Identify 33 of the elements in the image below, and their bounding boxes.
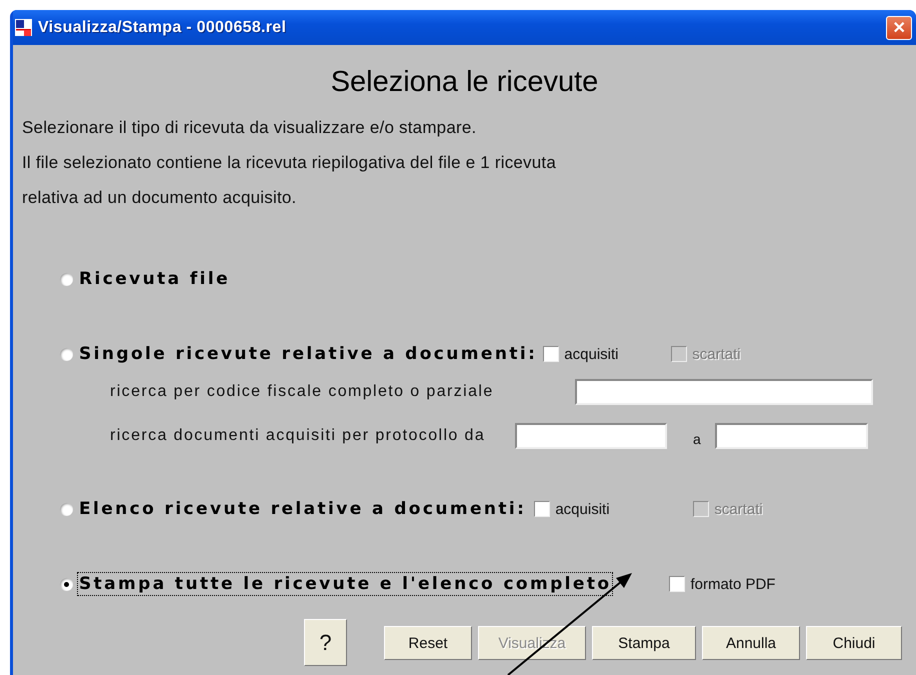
dialog-button[interactable]: Annulla [702, 626, 800, 660]
option-label: Stampa tutte le ricevute e l'elenco completo [77, 572, 614, 596]
dialog-button[interactable]: Reset [384, 626, 472, 660]
radio-button[interactable] [60, 272, 73, 286]
field-label: ricerca documenti acquisiti per protocollo da [110, 427, 486, 445]
instruction-text: Il file selezionato contiene la ricevuta riepilogativa del file e 1 ricevuta [22, 152, 557, 174]
protocol-to-field[interactable] [714, 423, 868, 449]
option-label: Elenco ricevute relative a documenti: [78, 498, 528, 521]
dialog-button[interactable]: Stampa [592, 626, 696, 660]
instruction-text: relativa ad un documento acquisito. [22, 187, 298, 209]
checkbox[interactable] [669, 576, 686, 592]
radio-button[interactable] [60, 348, 73, 360]
radio-button[interactable] [60, 502, 73, 516]
checkbox[interactable] [543, 346, 560, 362]
dialog-heading: Seleziona le ricevute [330, 65, 600, 100]
checkbox-label: acquisiti [555, 500, 610, 518]
field-label: ricerca per codice fiscale completo o parziale [110, 383, 495, 401]
app-icon [15, 19, 32, 36]
radio-button[interactable] [60, 578, 73, 590]
tax-code-field[interactable] [575, 379, 873, 405]
checkbox[interactable] [534, 501, 550, 517]
checkbox-label: scartati [714, 500, 763, 518]
field-label: a [693, 431, 701, 447]
checkbox-label: formato PDF [690, 576, 776, 592]
dialog-button[interactable]: Chiudi [806, 626, 902, 660]
window-title: Visualizza/Stampa - 0000658.rel [38, 18, 288, 36]
help-button[interactable]: ? [304, 619, 347, 666]
checkbox-label: acquisiti [564, 346, 618, 362]
checkbox-label: scartati [692, 346, 741, 362]
option-label: Singole ricevute relative a documenti: [78, 343, 538, 366]
option-label: Ricevuta file [78, 268, 232, 291]
instruction-text: Selezionare il tipo di ricevuta da visualizzare e/o stampare. [22, 117, 478, 139]
protocol-from-field[interactable] [515, 423, 667, 449]
